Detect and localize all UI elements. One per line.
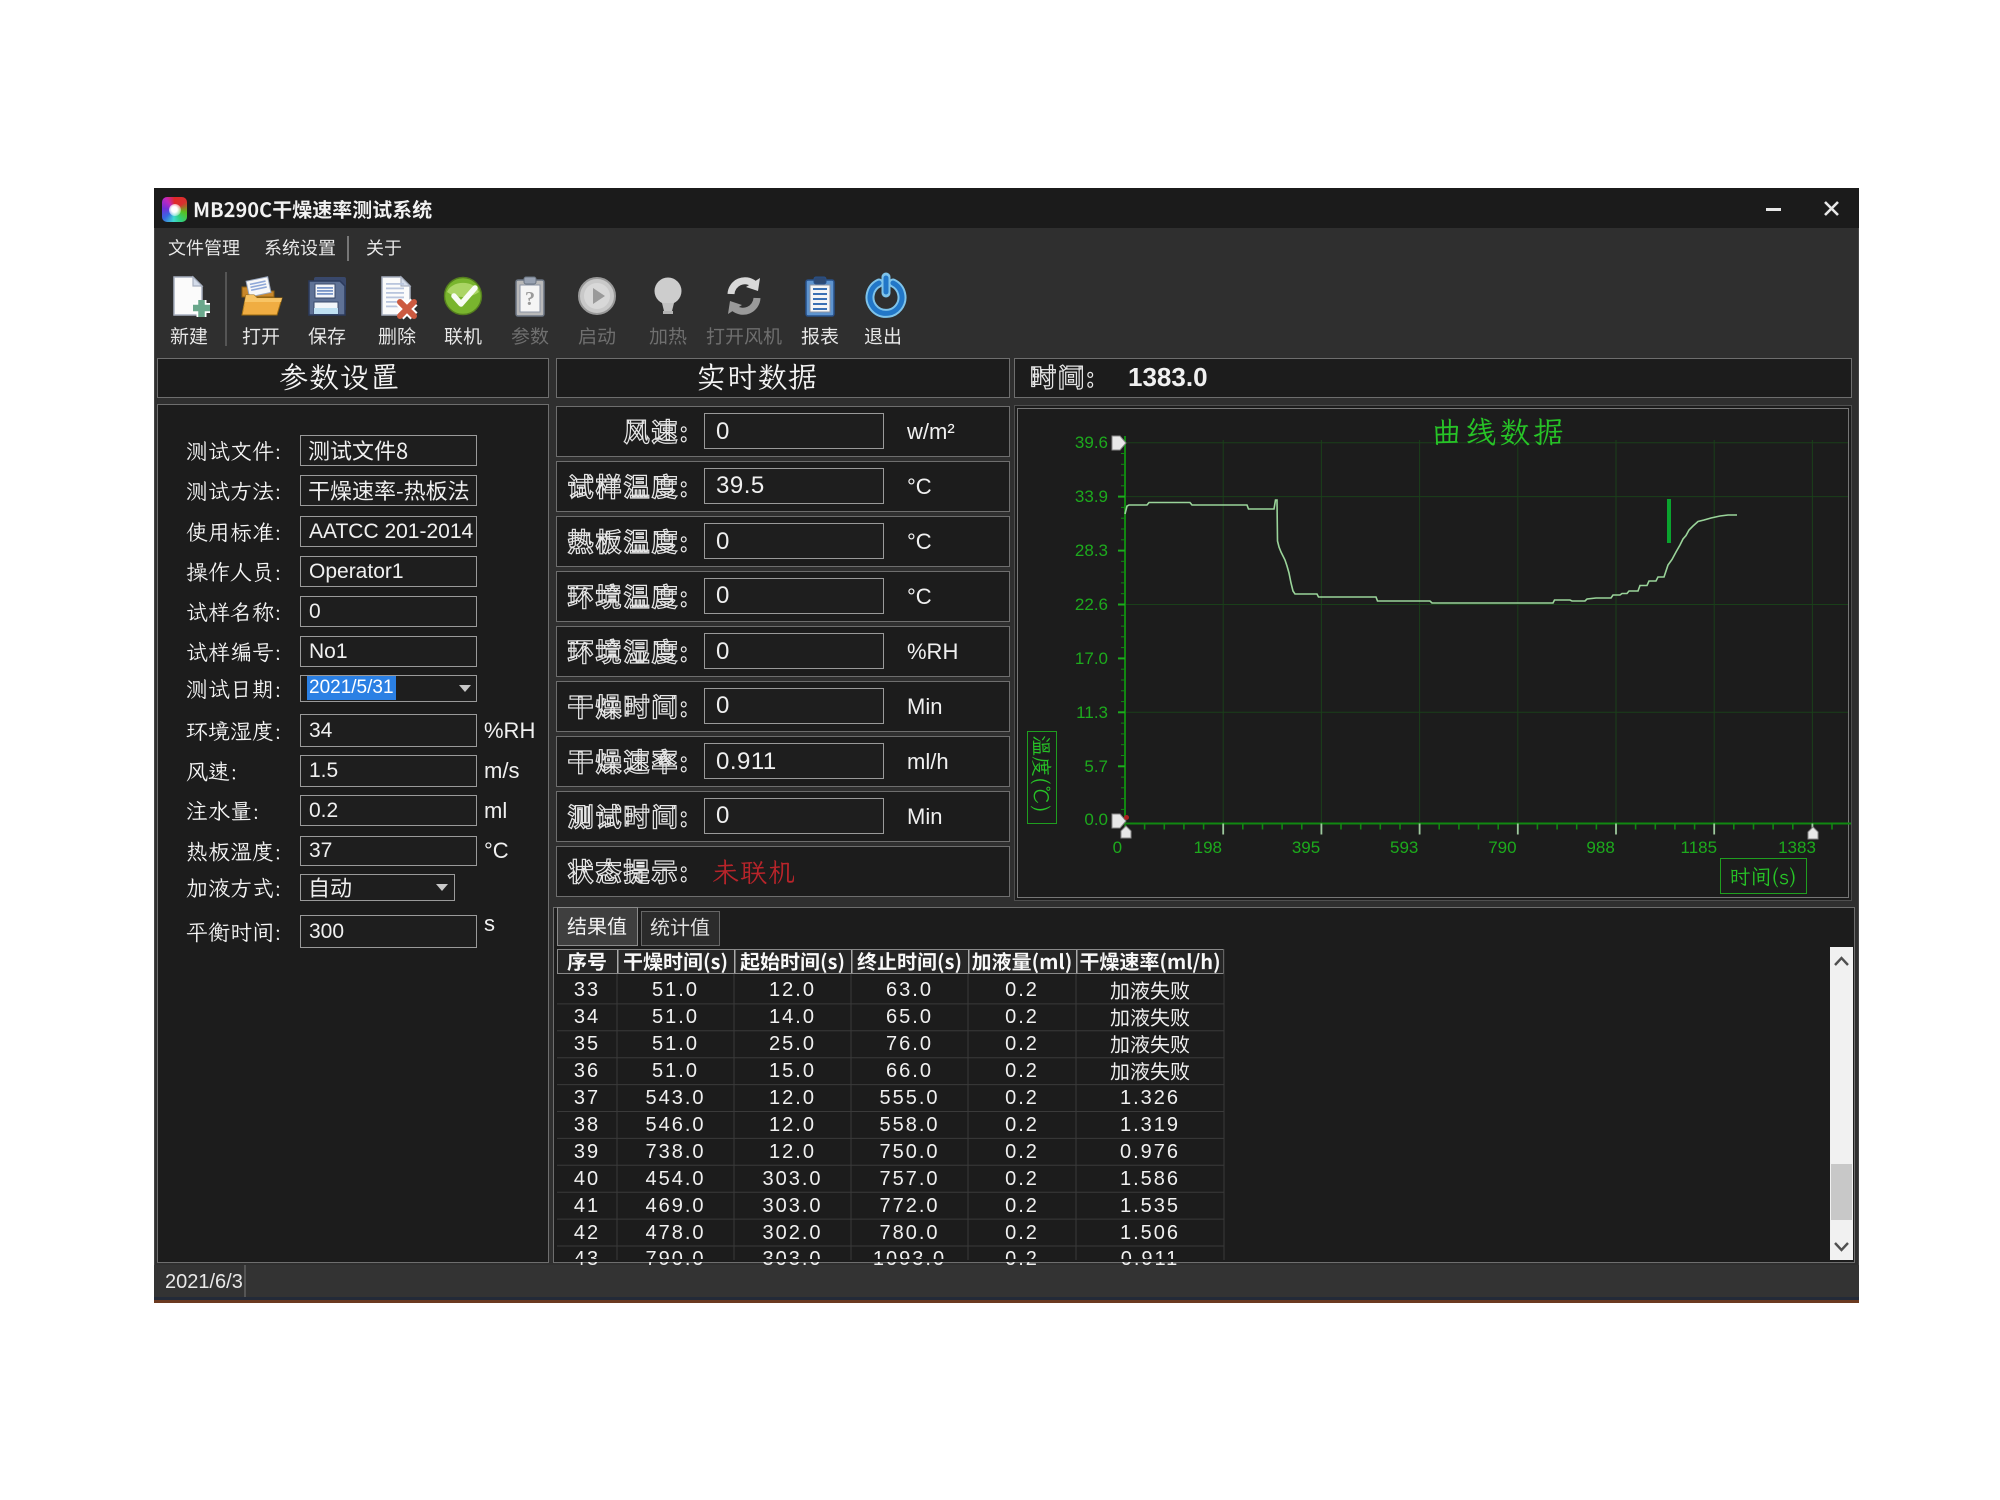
svg-text:?: ?: [525, 288, 535, 310]
